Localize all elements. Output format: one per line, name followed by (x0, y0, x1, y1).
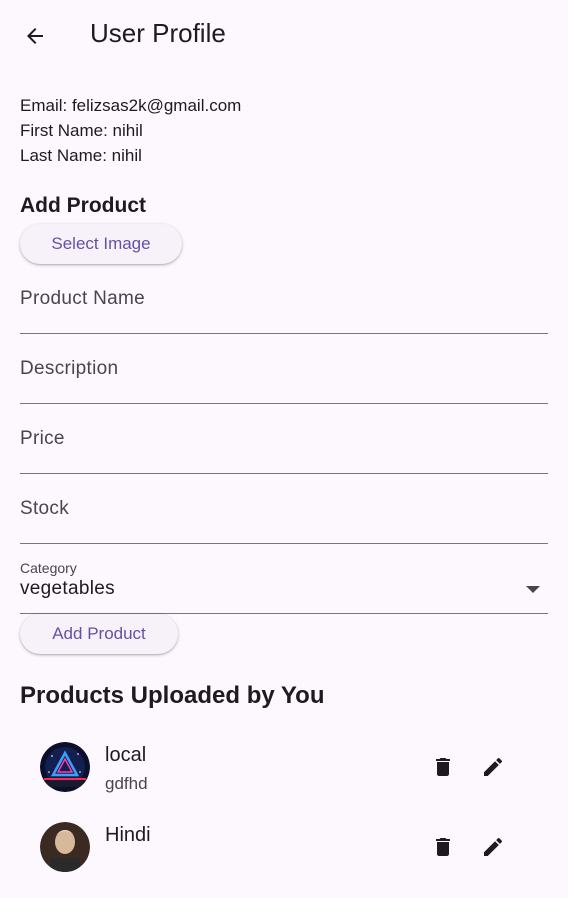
delete-button[interactable] (423, 747, 463, 787)
trash-icon (436, 758, 450, 776)
add-product-button[interactable]: Add Product (20, 614, 178, 654)
page-title: User Profile (90, 18, 226, 48)
pencil-icon (484, 837, 503, 856)
product-name-label: Product Name (20, 288, 146, 309)
product-thumbnail-image (40, 742, 90, 792)
last-name-text: Last Name: nihil (20, 146, 142, 165)
trash-icon (436, 838, 450, 856)
email-text: Email: felizsas2k@gmail.com (20, 96, 242, 115)
user-info: Email: felizsas2k@gmail.com First Name: … (20, 93, 241, 168)
product-thumbnail-image (40, 822, 90, 872)
description-field[interactable]: Description (20, 334, 548, 404)
category-dropdown[interactable]: Category vegetables (20, 544, 548, 614)
back-button[interactable] (11, 12, 59, 60)
pencil-icon (484, 757, 503, 776)
edit-button[interactable] (473, 827, 513, 867)
product-subtitle: gdfhd (105, 774, 148, 793)
price-field[interactable]: Price (20, 404, 548, 474)
edit-button[interactable] (473, 747, 513, 787)
product-avatar (40, 742, 90, 792)
category-label: Category (20, 560, 77, 576)
add-product-heading: Add Product (20, 194, 146, 217)
list-item[interactable]: local gdfhd (20, 742, 548, 818)
list-item[interactable]: Hindi (20, 822, 548, 898)
arrow-drop-down-icon (526, 586, 540, 593)
uploaded-products-heading: Products Uploaded by You (20, 682, 325, 709)
stock-field[interactable]: Stock (20, 474, 548, 544)
app-bar: User Profile (0, 0, 568, 72)
price-label: Price (20, 428, 65, 449)
product-name-field[interactable]: Product Name (20, 264, 548, 334)
description-label: Description (20, 358, 119, 379)
first-name-text: First Name: nihil (20, 121, 143, 140)
arrow-back-icon (27, 28, 43, 44)
product-title: local (105, 744, 147, 766)
stock-label: Stock (20, 498, 70, 519)
delete-button[interactable] (423, 827, 463, 867)
category-value: vegetables (20, 578, 115, 599)
select-image-button[interactable]: Select Image (20, 224, 182, 264)
product-avatar (40, 822, 90, 872)
